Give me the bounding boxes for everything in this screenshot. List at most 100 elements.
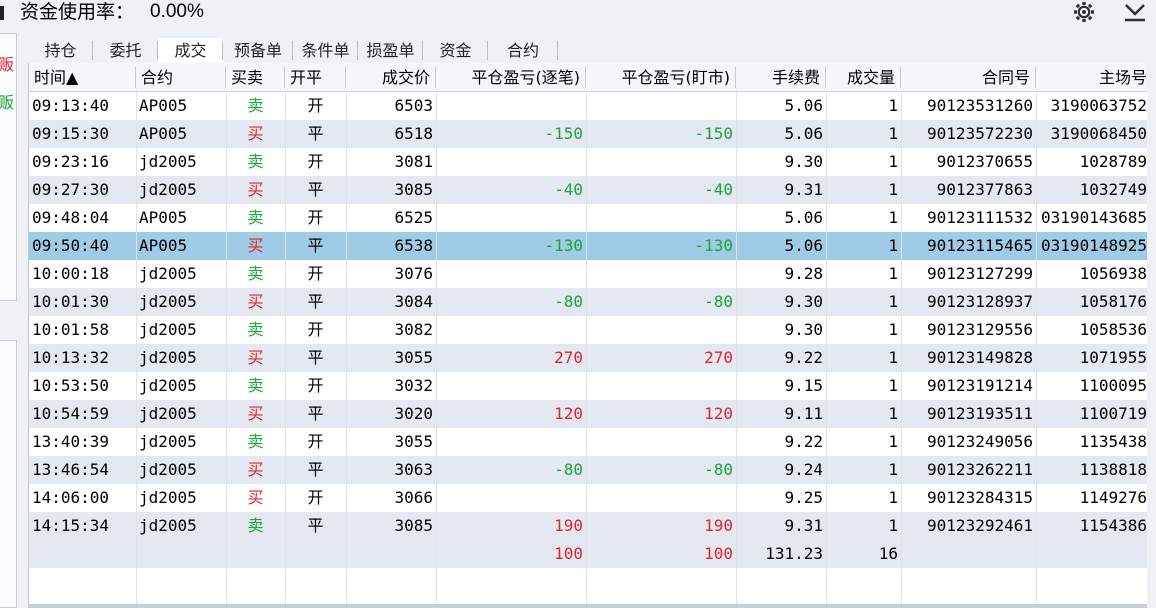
tab-contracts[interactable]: 合约 bbox=[488, 38, 558, 63]
col-fee-cell: 9.30 bbox=[784, 292, 823, 311]
table-row[interactable]: 09:23:16 jd2005 卖 开 3081 9.30 1 9012370655 10287… bbox=[29, 148, 1147, 176]
col-open-close-cell: 平 bbox=[307, 124, 324, 143]
table-row[interactable]: 10:54:59 jd2005 买 平 3020 120 120 9.11 1 901231935… bbox=[29, 400, 1147, 428]
col-price-cell: 3084 bbox=[394, 292, 433, 311]
table-row[interactable]: 10:00:18 jd2005 卖 开 3076 9.28 1 90123127299 1056… bbox=[29, 260, 1147, 288]
col-fee-cell: 9.22 bbox=[784, 432, 823, 451]
col-exchange-no-cell: 03190148925 bbox=[1041, 236, 1147, 255]
col-open-close-cell: 开 bbox=[307, 432, 324, 451]
col-exchange-no-cell: 1154386 bbox=[1079, 516, 1147, 535]
table-row[interactable]: 13:40:39 jd2005 卖 开 3055 9.22 1 90123249056 1135… bbox=[29, 428, 1147, 456]
tab-conditional-orders[interactable]: 条件单 bbox=[293, 38, 358, 63]
col-side-header[interactable]: 买卖 bbox=[226, 63, 285, 91]
col-side-cell: 买 bbox=[247, 124, 264, 143]
table-row[interactable]: 09:15:30 AP005 买 平 6518 -150 -150 5.06 1 90123572… bbox=[29, 120, 1147, 148]
col-price-header[interactable]: 成交价 bbox=[346, 63, 436, 91]
col-order-no-header[interactable]: 合同号 bbox=[901, 63, 1036, 91]
tab-orders[interactable]: 委托 bbox=[93, 38, 158, 63]
left-lower-panel bbox=[0, 340, 17, 608]
col-pnl-trade-cell: -150 bbox=[544, 124, 583, 143]
table-row[interactable]: 09:48:04 AP005 卖 开 6525 5.06 1 90123111532 03190… bbox=[29, 204, 1147, 232]
table-row[interactable]: 14:15:34 jd2005 卖 平 3085 190 190 9.31 1 901232924… bbox=[29, 512, 1147, 540]
table-row[interactable]: 10:01:58 jd2005 卖 开 3082 9.30 1 90123129556 1058… bbox=[29, 316, 1147, 344]
table-row[interactable]: 09:27:30 jd2005 买 平 3085 -40 -40 9.31 1 901237786… bbox=[29, 176, 1147, 204]
tab-label: 成交 bbox=[174, 41, 207, 60]
col-pnl-mark-cell bbox=[586, 92, 736, 120]
col-fee-cell: 5.06 bbox=[784, 124, 823, 143]
col-pnl-trade-header[interactable]: 平仓盈亏(逐笔) bbox=[436, 63, 586, 91]
col-volume-cell: 1 bbox=[888, 208, 898, 227]
col-open-close-cell: 平 bbox=[307, 516, 324, 535]
tab-prepared-orders[interactable]: 预备单 bbox=[223, 38, 293, 63]
col-volume-header[interactable]: 成交量 bbox=[826, 63, 901, 91]
col-pnl-trade-cell: 190 bbox=[554, 516, 583, 535]
col-time-cell: 10:01:30 bbox=[32, 292, 110, 311]
col-time-cell: 09:48:04 bbox=[32, 208, 110, 227]
table-row[interactable]: 10:01:30 jd2005 买 平 3084 -80 -80 9.30 1 901231289… bbox=[29, 288, 1147, 316]
col-time-header[interactable]: 时间▲ bbox=[29, 63, 136, 91]
col-pnl-mark-cell: -80 bbox=[704, 292, 733, 311]
col-price-cell: 3085 bbox=[394, 180, 433, 199]
table-row[interactable]: 09:13:40 AP005 卖 开 6503 5.06 1 90123531260 31900… bbox=[29, 92, 1147, 120]
col-time-cell: 09:15:30 bbox=[32, 124, 110, 143]
col-fee-cell: 9.25 bbox=[784, 488, 823, 507]
col-fee-cell: 5.06 bbox=[784, 236, 823, 255]
col-open-close-cell: 开 bbox=[307, 376, 324, 395]
col-fee-header[interactable]: 手续费 bbox=[736, 63, 826, 91]
grid-line bbox=[586, 92, 587, 604]
table-row[interactable]: 10:53:50 jd2005 卖 开 3032 9.15 1 90123191214 1100… bbox=[29, 372, 1147, 400]
col-exchange-no-cell: 1056938 bbox=[1079, 264, 1147, 283]
col-open-close-cell: 平 bbox=[307, 236, 324, 255]
col-pnl-trade-cell bbox=[436, 204, 586, 232]
table-row[interactable]: 13:46:54 jd2005 买 平 3063 -80 -80 9.24 1 901232622… bbox=[29, 456, 1147, 484]
col-price-cell: 3076 bbox=[394, 264, 433, 283]
col-open-close-cell: 平 bbox=[307, 180, 324, 199]
tab-label: 委托 bbox=[109, 41, 142, 60]
col-order-no-cell: 90123193511 bbox=[927, 404, 1033, 423]
tab-trades[interactable]: 成交 bbox=[158, 38, 223, 63]
col-exchange-no-cell: 1058176 bbox=[1079, 292, 1147, 311]
chevron-down-icon[interactable] bbox=[1121, 0, 1149, 24]
col-order-no-cell: 90123262211 bbox=[927, 460, 1033, 479]
col-open-close-header[interactable]: 开平 bbox=[285, 63, 346, 91]
tab-bar: 持仓 委托 成交 预备单 条件单 损盈单 资金 合约 bbox=[28, 38, 1148, 63]
col-price-cell: 3032 bbox=[394, 376, 433, 395]
col-pnl-trade-cell bbox=[436, 92, 586, 120]
table-row[interactable]: 10:13:32 jd2005 买 平 3055 270 270 9.22 1 901231498… bbox=[29, 344, 1147, 372]
col-order-no-cell: 90123115465 bbox=[927, 236, 1033, 255]
gear-icon[interactable] bbox=[1070, 0, 1098, 24]
col-fee-cell: 131.23 bbox=[765, 544, 823, 563]
col-contract-cell: jd2005 bbox=[139, 320, 197, 339]
totals-row: 100 100 131.23 16 bbox=[29, 540, 1147, 568]
col-order-no-cell: 90123292461 bbox=[927, 516, 1033, 535]
col-pnl-trade-cell bbox=[436, 428, 586, 456]
table-row[interactable]: 09:50:40 AP005 买 平 6538 -130 -130 5.06 1 90123115… bbox=[29, 232, 1147, 260]
col-side-cell: 卖 bbox=[247, 208, 264, 227]
col-volume-cell: 16 bbox=[878, 544, 898, 563]
tab-holdings[interactable]: 持仓 bbox=[28, 38, 93, 63]
col-contract-cell: jd2005 bbox=[139, 152, 197, 171]
col-side-cell: 卖 bbox=[247, 516, 264, 535]
column-header-label: 买卖 bbox=[231, 68, 264, 87]
col-contract-cell: jd2005 bbox=[139, 516, 197, 535]
tab-stop-orders[interactable]: 损盈单 bbox=[358, 38, 423, 63]
horizontal-scrollbar[interactable] bbox=[29, 604, 1147, 608]
col-price-cell: 3055 bbox=[394, 432, 433, 451]
grid-line bbox=[136, 92, 137, 604]
column-header-label: 平仓盈亏(逐笔) bbox=[471, 68, 581, 87]
tab-funds[interactable]: 资金 bbox=[423, 38, 488, 63]
col-fee-cell: 9.15 bbox=[784, 376, 823, 395]
col-pnl-trade-cell: -80 bbox=[554, 292, 583, 311]
col-contract-cell: jd2005 bbox=[139, 348, 197, 367]
grid-line bbox=[285, 92, 286, 604]
col-pnl-trade-cell bbox=[436, 372, 586, 400]
col-order-no-cell: 9012377863 bbox=[936, 180, 1033, 199]
col-pnl-mark-cell: 120 bbox=[704, 404, 733, 423]
col-pnl-mark-header[interactable]: 平仓盈亏(盯市) bbox=[586, 63, 736, 91]
col-open-close-cell: 平 bbox=[307, 404, 324, 423]
table-row[interactable]: 14:06:00 jd2005 买 开 3066 9.25 1 90123284315 1149… bbox=[29, 484, 1147, 512]
col-price-cell: 6525 bbox=[394, 208, 433, 227]
col-exchange-no-header[interactable]: 主场号 bbox=[1036, 63, 1147, 91]
col-pnl-mark-cell: -80 bbox=[704, 460, 733, 479]
col-contract-header[interactable]: 合约 bbox=[136, 63, 226, 91]
